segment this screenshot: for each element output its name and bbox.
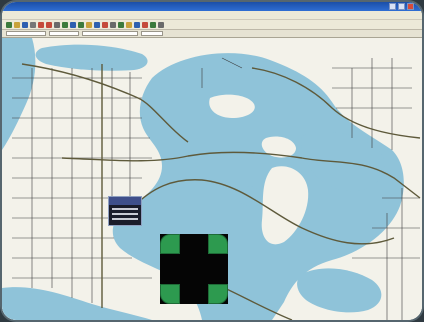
new-icon[interactable]	[6, 21, 12, 28]
menu-bar	[2, 11, 422, 20]
layer-icon[interactable]	[78, 21, 84, 28]
main-toolbar	[2, 20, 422, 30]
zoom-in-icon[interactable]	[38, 21, 44, 28]
open-icon[interactable]	[14, 21, 20, 28]
pan-down-left-button[interactable]	[160, 284, 180, 304]
popup-text-line	[112, 213, 138, 215]
select-icon[interactable]	[150, 21, 156, 28]
scale-select[interactable]	[141, 31, 163, 36]
pan-up-left-button[interactable]	[160, 234, 180, 254]
zoom-select[interactable]	[49, 31, 79, 36]
layer-select[interactable]	[6, 31, 46, 36]
print-icon[interactable]	[30, 21, 36, 28]
marker-icon[interactable]	[102, 21, 108, 28]
route-icon[interactable]	[134, 21, 140, 28]
route-icon[interactable]	[94, 21, 100, 28]
popup-text-line	[112, 218, 138, 220]
layer-icon[interactable]	[126, 21, 132, 28]
maximize-button[interactable]	[398, 3, 405, 10]
secondary-toolbar	[2, 30, 422, 38]
app-window	[2, 2, 422, 320]
pan-down-right-button[interactable]	[208, 284, 228, 304]
map-info-popup[interactable]	[108, 196, 142, 226]
title-bar	[2, 2, 422, 11]
popup-text-line	[112, 208, 138, 210]
help-icon[interactable]	[118, 21, 124, 28]
select-icon[interactable]	[62, 21, 68, 28]
search-input[interactable]	[82, 31, 138, 36]
marker-icon[interactable]	[142, 21, 148, 28]
pan-up-right-button[interactable]	[208, 234, 228, 254]
pan-icon[interactable]	[158, 21, 164, 28]
measure-icon[interactable]	[70, 21, 76, 28]
close-button[interactable]	[407, 3, 414, 10]
save-icon[interactable]	[22, 21, 28, 28]
minimize-button[interactable]	[389, 3, 396, 10]
popup-header	[109, 197, 141, 205]
window-controls	[389, 3, 414, 10]
pan-icon[interactable]	[54, 21, 60, 28]
pan-control[interactable]	[160, 234, 228, 304]
zoom-out-icon[interactable]	[46, 21, 52, 28]
settings-icon[interactable]	[110, 21, 116, 28]
info-icon[interactable]	[86, 21, 92, 28]
map-canvas[interactable]	[2, 38, 422, 320]
